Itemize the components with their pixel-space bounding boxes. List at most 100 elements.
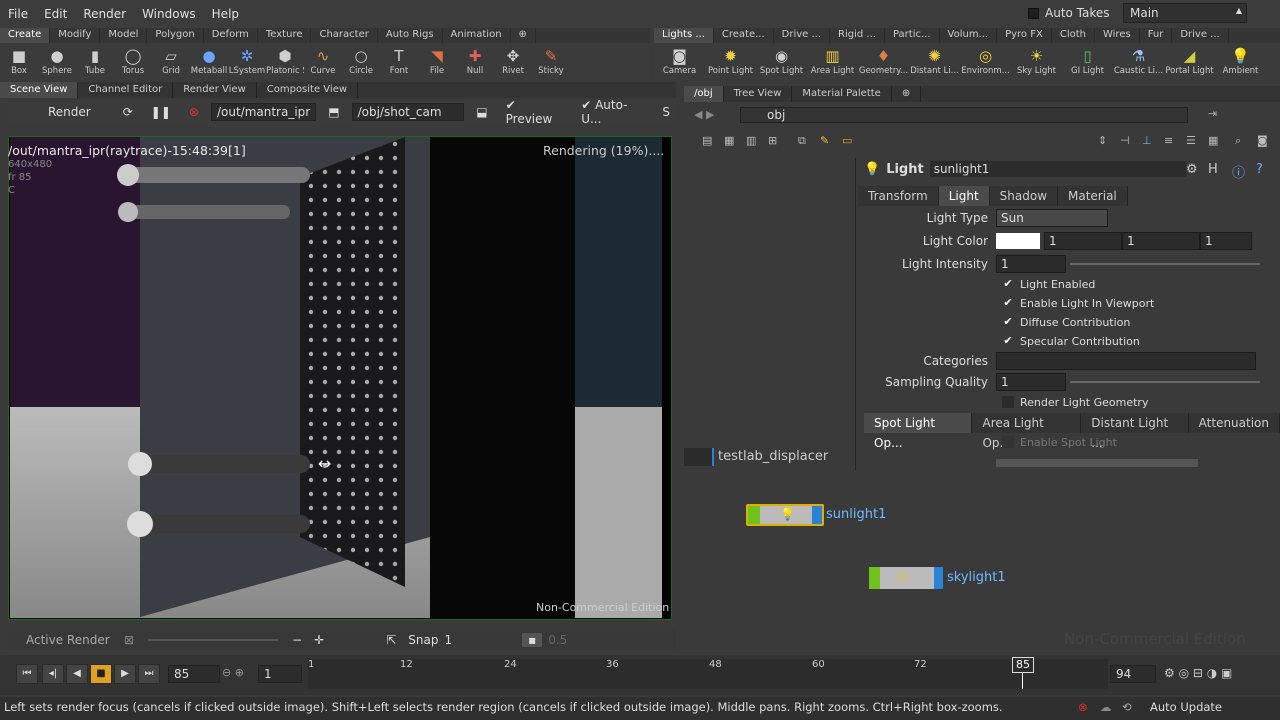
- row-render-geo[interactable]: Render Light Geometry: [1002, 392, 1280, 412]
- end-frame-field[interactable]: 94: [1110, 665, 1156, 683]
- node-skylight-label[interactable]: skylight1: [947, 570, 1006, 585]
- more-button[interactable]: S: [656, 105, 676, 119]
- row-check-1[interactable]: ✔ Enable Light In Viewport: [1002, 293, 1280, 313]
- node-testlab-label[interactable]: testlab_displacer: [718, 449, 828, 464]
- sampling-field[interactable]: 1: [996, 373, 1066, 391]
- tool-circle[interactable]: ○ Circle: [342, 46, 380, 76]
- light-color-r[interactable]: 1: [1044, 232, 1122, 250]
- shelf-tab-particles[interactable]: Partic...: [885, 28, 940, 43]
- auto-takes-checkbox[interactable]: [1028, 7, 1039, 19]
- tool-spot-light[interactable]: ◉ Spot Light: [756, 46, 807, 76]
- tool-tube[interactable]: ▮ Tube: [76, 46, 114, 76]
- gear-icon[interactable]: ⚙: [1186, 162, 1198, 177]
- node-sunlight-label[interactable]: sunlight1: [826, 507, 886, 522]
- subtab-attenuation[interactable]: Attenuation: [1189, 413, 1280, 433]
- stop-icon[interactable]: ⊗: [183, 105, 205, 119]
- tool-distant-light[interactable]: ✺ Distant Li...: [909, 46, 960, 76]
- light-color-b[interactable]: 1: [1200, 232, 1252, 250]
- render-button[interactable]: Render: [8, 105, 111, 119]
- back-icon[interactable]: ◀ ▶: [694, 108, 714, 121]
- tool-sky-light[interactable]: ☀ Sky Light: [1011, 46, 1062, 76]
- shelf-tab-model[interactable]: Model: [100, 28, 148, 43]
- clear-icon[interactable]: ⊠: [118, 633, 140, 647]
- tab-channel-editor[interactable]: Channel Editor: [78, 82, 174, 98]
- light-type-select[interactable]: Sun: [996, 209, 1108, 227]
- desktop-select[interactable]: Main ▲: [1123, 3, 1247, 23]
- tab-shadow[interactable]: Shadow: [990, 186, 1059, 206]
- tool-box[interactable]: ■ Box: [0, 46, 38, 76]
- bookmark-icon[interactable]: ▭: [842, 134, 852, 147]
- tool-font[interactable]: T Font: [380, 46, 418, 76]
- row-check-3[interactable]: ✔ Specular Contribution: [1002, 331, 1280, 351]
- tab-tree-view[interactable]: Tree View: [724, 86, 793, 102]
- tool-sticky[interactable]: ✎ Sticky: [532, 46, 570, 76]
- menu-edit[interactable]: Edit: [36, 7, 75, 21]
- goto-start-icon[interactable]: ⏮: [16, 664, 38, 684]
- error-icon[interactable]: ⊗: [1078, 700, 1088, 714]
- tool-metaball[interactable]: ● Metaball: [190, 46, 228, 76]
- snap-value[interactable]: 1: [444, 633, 452, 647]
- row-check-2[interactable]: ✔ Diffuse Contribution: [1002, 312, 1280, 332]
- snapshot-icon[interactable]: ⬓: [470, 105, 493, 119]
- camera-field[interactable]: /obj/shot_cam: [351, 103, 465, 121]
- shelf-tab-volume[interactable]: Volum...: [940, 28, 998, 43]
- tool-grid[interactable]: ▱ Grid: [152, 46, 190, 76]
- node-testlab[interactable]: [684, 448, 714, 466]
- tool-lsystem[interactable]: ✲ LSystem: [228, 46, 266, 76]
- auto-update-select[interactable]: Auto Update: [1150, 700, 1222, 714]
- minus-icon[interactable]: −: [286, 633, 308, 647]
- tool-rivet[interactable]: ✥ Rivet: [494, 46, 532, 76]
- tool-curve[interactable]: ∿ Curve: [304, 46, 342, 76]
- intensity-field[interactable]: 1: [996, 255, 1066, 273]
- tab-material-palette[interactable]: Material Palette: [792, 86, 892, 102]
- shelf-tab-create2[interactable]: Create...: [714, 28, 774, 43]
- timeline-tools-icon[interactable]: ⚙ ◎ ⊟ ◑ ▣: [1164, 666, 1232, 680]
- auto-takes-toggle[interactable]: Auto Takes: [1028, 6, 1110, 20]
- copy-icon[interactable]: ⧉: [798, 134, 806, 148]
- list-icon[interactable]: ▤: [702, 134, 712, 147]
- shelf-tab-texture[interactable]: Texture: [258, 28, 312, 43]
- note-icon[interactable]: ✎: [820, 134, 829, 147]
- light-color-g[interactable]: 1: [1122, 232, 1200, 250]
- update-mode-icon[interactable]: ⟲: [1122, 700, 1132, 714]
- pin-icon[interactable]: ⇥: [1208, 107, 1217, 120]
- info-icon[interactable]: ⓘ: [1232, 162, 1245, 181]
- menu-file[interactable]: File: [0, 7, 36, 21]
- param-scrollbar[interactable]: [996, 459, 1198, 467]
- tool-caustic-light[interactable]: ⚗ Caustic Li...: [1113, 46, 1164, 76]
- active-render-select[interactable]: Active Render: [8, 633, 118, 647]
- tool-sphere[interactable]: ● Sphere: [38, 46, 76, 76]
- tool-area-light[interactable]: ▥ Area Light: [807, 46, 858, 76]
- shelf-tab-rigid[interactable]: Rigid ...: [830, 28, 885, 43]
- help-h-icon[interactable]: H: [1208, 162, 1218, 177]
- tool-platonic[interactable]: ⬢Platonic S...: [266, 46, 304, 76]
- stop-play-icon[interactable]: ■: [90, 664, 112, 684]
- tool-geometry-light[interactable]: ♦ Geometry...: [858, 46, 909, 76]
- intensity-slider[interactable]: [1070, 263, 1260, 265]
- tool-torus[interactable]: ◯ Torus: [114, 46, 152, 76]
- shelf-tab-wires[interactable]: Wires: [1095, 28, 1140, 43]
- search-icon[interactable]: ⌕: [1235, 134, 1241, 148]
- tab-material[interactable]: Material: [1058, 186, 1128, 206]
- tool-ambient-light[interactable]: 💡 Ambient: [1215, 46, 1266, 76]
- timeline-ruler[interactable]: 1 12 24 36 48 60 72 85: [308, 657, 1108, 689]
- add-pane-icon[interactable]: ⊕: [892, 86, 922, 102]
- goto-end-icon[interactable]: ⏭: [138, 664, 160, 684]
- sampling-slider[interactable]: [1070, 381, 1260, 383]
- step-field[interactable]: 1: [258, 665, 302, 683]
- node-skylight[interactable]: ◎: [869, 567, 943, 589]
- tab-light[interactable]: Light: [938, 186, 990, 206]
- shelf-tab-create[interactable]: Create: [0, 28, 51, 43]
- light-color-swatch[interactable]: [996, 233, 1040, 249]
- camera-pick-icon[interactable]: ⬒: [322, 105, 345, 119]
- pause-icon[interactable]: ❚❚: [145, 105, 177, 119]
- node-sunlight[interactable]: 💡: [746, 504, 824, 526]
- menu-lines-icon[interactable]: ☰: [1186, 134, 1196, 147]
- plus-icon[interactable]: ✛: [308, 633, 330, 647]
- tab-render-view[interactable]: Render View: [173, 82, 257, 98]
- tab-composite-view[interactable]: Composite View: [257, 82, 359, 98]
- menu-help[interactable]: Help: [204, 7, 247, 21]
- play-icon[interactable]: ▶: [114, 664, 136, 684]
- tool-gi-light[interactable]: ▯ GI Light: [1062, 46, 1113, 76]
- shelf-tab-cloth[interactable]: Cloth: [1052, 28, 1095, 43]
